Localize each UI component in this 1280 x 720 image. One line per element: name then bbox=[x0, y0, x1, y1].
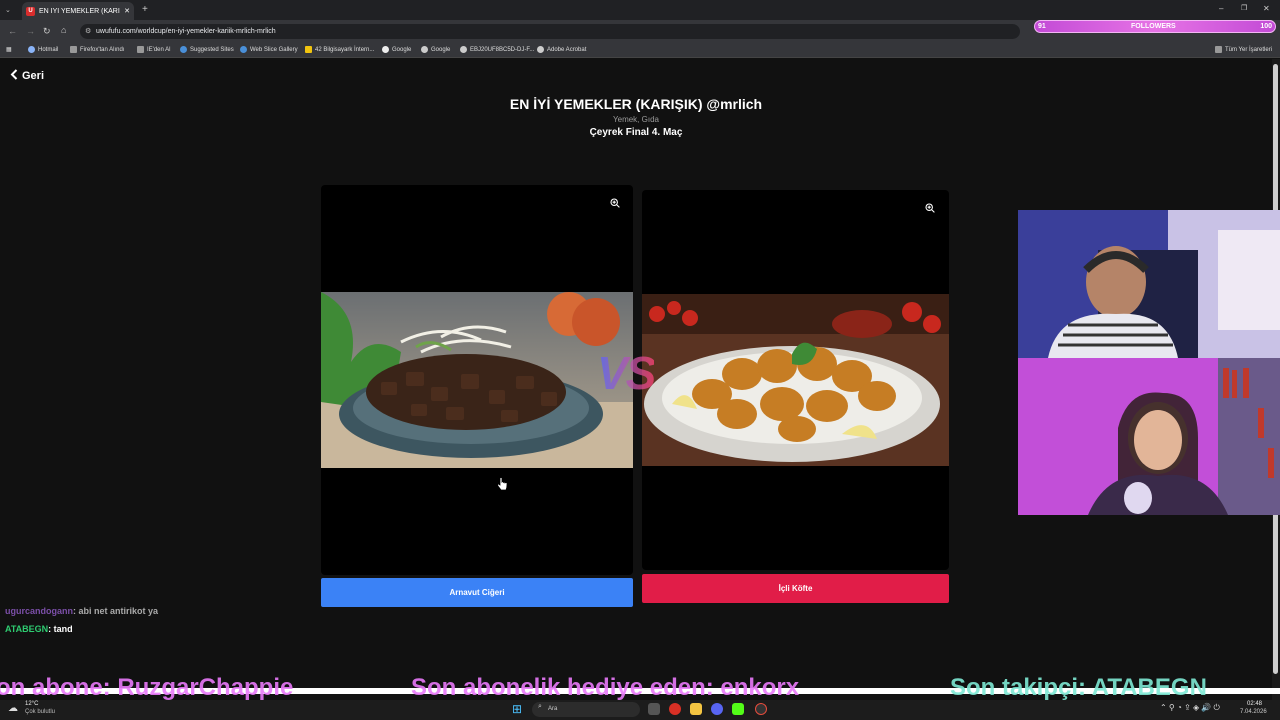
chat-message: ugurcandogann: abi net antirikot ya bbox=[5, 606, 158, 616]
bookmark-item[interactable]: Adobe Acrobat bbox=[537, 46, 586, 53]
streaming-app-icon[interactable] bbox=[732, 703, 744, 715]
last-subscriber-text: on abone: RuzgarChappie bbox=[0, 674, 294, 701]
chevron-left-icon bbox=[10, 69, 18, 83]
last-follower-text: Son takipçi: ATABEGN bbox=[950, 674, 1207, 701]
browser-tab[interactable]: U EN İYİ YEMEKLER (KARIŞIK) @... ✕ bbox=[22, 2, 134, 20]
file-explorer-icon[interactable] bbox=[690, 703, 702, 715]
browser-tab-bar bbox=[0, 0, 1280, 20]
last-gift-text: Son abonelik hediye eden: enkorx bbox=[411, 674, 800, 701]
discord-icon[interactable] bbox=[711, 703, 723, 715]
bookmark-item[interactable]: Hotmail bbox=[28, 46, 58, 53]
bookmark-item[interactable]: Google bbox=[421, 46, 450, 53]
maximize-icon[interactable]: ❐ bbox=[1241, 4, 1247, 12]
followers-current: 91 bbox=[1038, 23, 1046, 30]
vs-label: VS bbox=[597, 347, 656, 399]
obs-icon[interactable] bbox=[755, 703, 767, 715]
choose-left-button[interactable]: Arnavut Ciğeri bbox=[321, 578, 633, 607]
round-label: Çeyrek Final 4. Maç bbox=[589, 127, 683, 138]
home-icon[interactable]: ⌂ bbox=[61, 25, 66, 35]
minimize-icon[interactable]: – bbox=[1219, 4, 1223, 13]
all-bookmarks-folder[interactable]: Tüm Yer İşaretleri bbox=[1215, 46, 1272, 53]
weather-desc: Çok bulutlu bbox=[25, 709, 56, 715]
bookmark-item[interactable]: Suggested Sites bbox=[180, 46, 234, 53]
forward-nav-icon[interactable]: → bbox=[26, 26, 35, 36]
bookmark-item[interactable]: Google bbox=[382, 46, 411, 53]
url-input[interactable]: uwufufu.com/worldcup/en-iyi-yemekler-kar… bbox=[80, 24, 1020, 39]
new-tab-icon[interactable]: + bbox=[142, 4, 148, 15]
bookmark-item[interactable]: Firefox'tan Alındı bbox=[70, 46, 125, 53]
start-windows-icon[interactable]: ⊞ bbox=[512, 702, 522, 716]
tab-close-icon[interactable]: ✕ bbox=[124, 7, 130, 15]
webcam-feed-top bbox=[1018, 210, 1280, 358]
followers-label: FOLLOWERS bbox=[1131, 23, 1176, 30]
apps-icon[interactable]: ▦ bbox=[6, 46, 12, 53]
bookmark-item[interactable]: EBJ20UF8BC5D-DJ-F... bbox=[460, 46, 534, 53]
bookmark-item[interactable]: IE'den Al bbox=[137, 46, 171, 53]
site-info-icon[interactable]: ⚙ bbox=[85, 27, 91, 35]
back-label: Geri bbox=[22, 70, 45, 82]
reload-icon[interactable]: ↻ bbox=[43, 26, 51, 37]
back-nav-icon[interactable]: ← bbox=[8, 26, 17, 36]
bookmark-item[interactable]: 42 Bilgisayark İntern... bbox=[305, 46, 374, 53]
bookmarks-bar: ▦ Hotmail Firefox'tan Alındı IE'den Al S… bbox=[0, 42, 1280, 58]
zoom-in-icon[interactable] bbox=[925, 203, 935, 213]
tray-icons[interactable]: ⌃ ⚲ ◔ ⇪ ◈ 🔊 ⏻ bbox=[1160, 703, 1220, 713]
chat-username: ugurcandogann bbox=[5, 606, 73, 616]
clock-date: 7.04.2026 bbox=[1240, 709, 1267, 715]
webcam-feed-bottom bbox=[1018, 358, 1280, 515]
tab-title: EN İYİ YEMEKLER (KARIŞIK) @... bbox=[39, 7, 120, 15]
chat-text: : tand bbox=[48, 624, 73, 634]
bookmark-item[interactable]: Web Slice Gallery bbox=[240, 46, 298, 53]
zoom-in-icon[interactable] bbox=[610, 198, 620, 208]
food-image-left[interactable] bbox=[321, 292, 633, 468]
back-button[interactable]: Geri bbox=[10, 69, 44, 83]
weather-icon[interactable]: ☁ bbox=[8, 703, 18, 714]
food-image-right[interactable] bbox=[642, 294, 949, 466]
task-view-icon[interactable] bbox=[648, 703, 660, 715]
window-close-icon[interactable]: ✕ bbox=[1263, 4, 1270, 13]
page-title: EN İYİ YEMEKLER (KARIŞIK) @mrlich bbox=[509, 96, 763, 112]
followers-goal-bar: 91 FOLLOWERS 100 bbox=[1034, 20, 1276, 33]
followers-goal: 100 bbox=[1260, 23, 1272, 30]
weather-temp: 12°C bbox=[25, 701, 39, 707]
chat-message: ATABEGN: tand bbox=[5, 624, 73, 634]
chat-text: : abi net antirikot ya bbox=[73, 606, 159, 616]
windows-taskbar bbox=[0, 700, 1280, 720]
hand-cursor-icon bbox=[497, 477, 508, 491]
chrome-icon[interactable] bbox=[669, 703, 681, 715]
taskbar-search-input[interactable]: Ara bbox=[532, 702, 640, 717]
chat-username: ATABEGN bbox=[5, 624, 49, 634]
choose-right-button[interactable]: İçli Köfte bbox=[642, 574, 949, 603]
tab-list-icon[interactable]: ⌄ bbox=[5, 6, 11, 14]
page-category: Yemek, Gıda bbox=[613, 115, 659, 124]
clock-time: 02:48 bbox=[1247, 701, 1263, 707]
stream-ticker: on abone: RuzgarChappie Son abonelik hed… bbox=[0, 674, 1280, 701]
search-icon: ⌕ bbox=[538, 703, 542, 710]
site-favicon-icon: U bbox=[26, 6, 35, 16]
